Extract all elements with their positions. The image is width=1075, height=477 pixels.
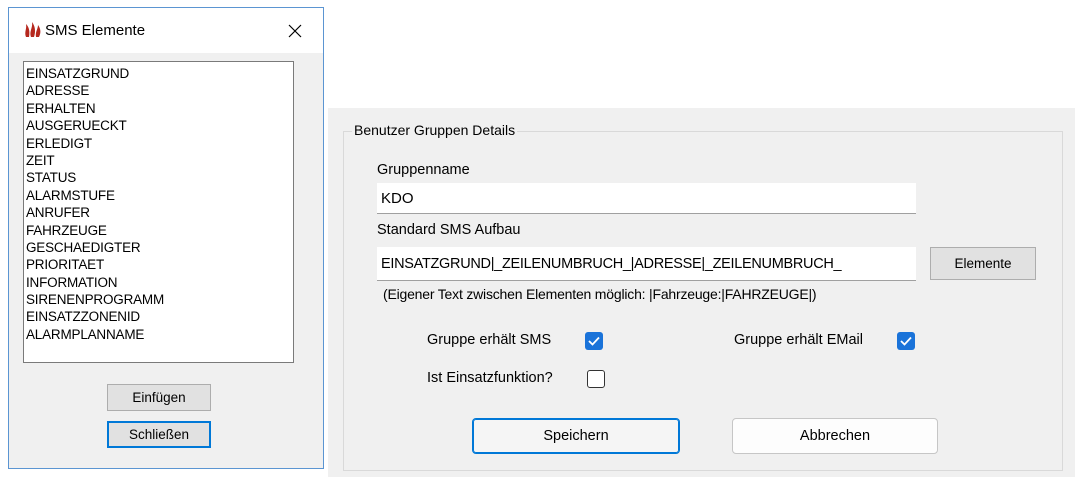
gets-sms-checkbox[interactable] xyxy=(585,332,603,350)
list-item[interactable]: ALARMPLANNAME xyxy=(26,326,293,343)
list-item[interactable]: INFORMATION xyxy=(26,274,293,291)
sms-format-input[interactable] xyxy=(377,247,916,281)
insert-button[interactable]: Einfügen xyxy=(107,384,211,411)
is-function-label: Ist Einsatzfunktion? xyxy=(427,370,553,386)
list-item[interactable]: EINSATZZONENID xyxy=(26,308,293,325)
checkmark-icon xyxy=(900,336,912,346)
list-item[interactable]: PRIORITAET xyxy=(26,256,293,273)
groupname-input[interactable] xyxy=(377,183,916,214)
close-icon[interactable] xyxy=(279,16,311,46)
groupname-label: Gruppenname xyxy=(377,162,470,178)
is-function-checkbox[interactable] xyxy=(587,370,605,388)
list-item[interactable]: ERHALTEN xyxy=(26,100,293,117)
list-item[interactable]: EINSATZGRUND xyxy=(26,65,293,82)
list-item[interactable]: GESCHAEDIGTER xyxy=(26,239,293,256)
gets-sms-label: Gruppe erhält SMS xyxy=(427,332,552,348)
list-item[interactable]: ZEIT xyxy=(26,152,293,169)
elements-listbox[interactable]: EINSATZGRUND ADRESSE ERHALTEN AUSGERUECKT ER… xyxy=(23,61,294,363)
dialog-titlebar[interactable]: SMS Elemente xyxy=(9,8,323,53)
list-item[interactable]: ERLEDIGT xyxy=(26,135,293,152)
cancel-button[interactable]: Abbrechen xyxy=(732,418,938,454)
elements-button[interactable]: Elemente xyxy=(930,247,1036,280)
list-item[interactable]: ANRUFER xyxy=(26,204,293,221)
save-button[interactable]: Speichern xyxy=(472,418,680,454)
checkmark-icon xyxy=(588,336,600,346)
group-details-title: Benutzer Gruppen Details xyxy=(352,121,518,139)
sms-format-label: Standard SMS Aufbau xyxy=(377,222,521,238)
flame-icon xyxy=(23,21,43,39)
list-item[interactable]: STATUS xyxy=(26,169,293,186)
close-button[interactable]: Schließen xyxy=(107,421,211,448)
list-item[interactable]: FAHRZEUGE xyxy=(26,222,293,239)
list-item[interactable]: AUSGERUECKT xyxy=(26,117,293,134)
gets-email-label: Gruppe erhält EMail xyxy=(734,332,863,348)
list-item[interactable]: SIRENENPROGRAMM xyxy=(26,291,293,308)
dialog-title: SMS Elemente xyxy=(45,22,146,39)
list-item[interactable]: ALARMSTUFE xyxy=(26,187,293,204)
gets-email-checkbox[interactable] xyxy=(897,332,915,350)
list-item[interactable]: ADRESSE xyxy=(26,82,293,99)
sms-format-hint: (Eigener Text zwischen Elementen möglich… xyxy=(383,286,817,302)
